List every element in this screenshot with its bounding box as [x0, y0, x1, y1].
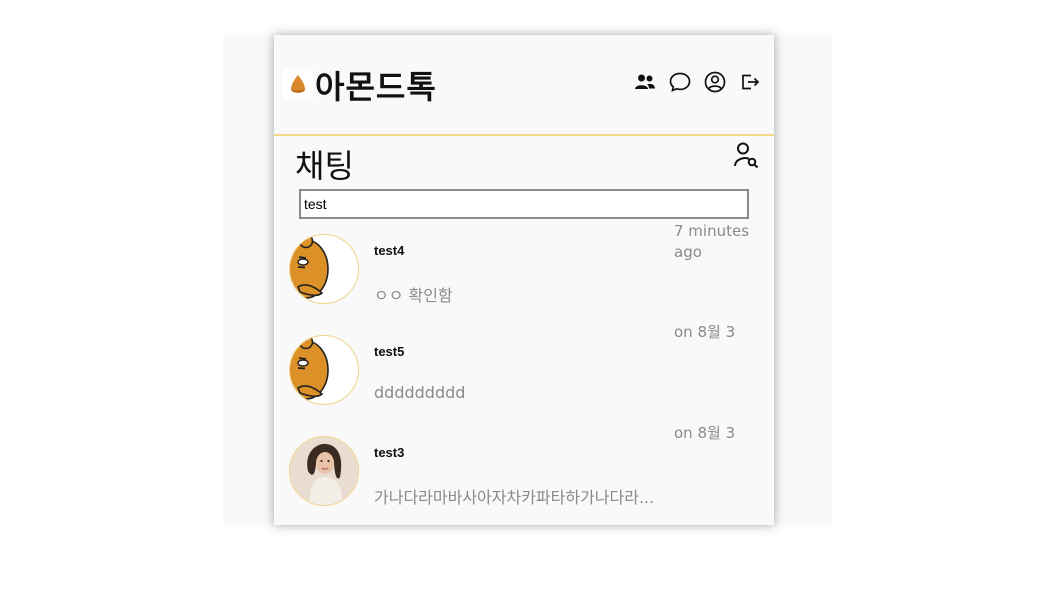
almond-icon[interactable] [283, 69, 313, 99]
person-avatar [289, 436, 359, 506]
search-input[interactable] [299, 189, 749, 219]
profile-icon[interactable] [703, 70, 727, 94]
chat-name: test3 [374, 445, 405, 460]
chat-last-message: 가나다라마바사아자차카파타하가나다라... [374, 488, 655, 507]
chat-list-item[interactable]: test5 on 8월 3 ddddddddd [274, 323, 774, 432]
chat-list-item[interactable]: test4 7 minutes ago ㅇㅇ 확인함 [274, 222, 774, 331]
logout-icon[interactable] [738, 70, 762, 94]
friends-icon[interactable] [633, 70, 657, 94]
chat-bubble-icon[interactable] [668, 70, 692, 94]
chat-time: on 8월 3 [674, 424, 736, 442]
app-title: 아몬드톡 [315, 68, 437, 106]
chat-list: test4 7 minutes ago ㅇㅇ 확인함 test5 on 8월 3… [274, 222, 774, 525]
app-header: 아몬드톡 [274, 35, 774, 136]
chat-name: test5 [374, 344, 405, 359]
page-title: 채팅 [295, 147, 354, 185]
chat-name: test4 [374, 243, 405, 258]
chat-time: on 8월 3 [674, 323, 736, 341]
bear-avatar [289, 234, 359, 304]
app-window: 아몬드톡 채팅 test test4 7 minutes ago ㅇㅇ 확인함 … [274, 35, 774, 525]
chat-list-item[interactable]: test3 on 8월 3 가나다라마바사아자차카파타하가나다라... [274, 424, 774, 525]
bear-avatar [289, 335, 359, 405]
user-search-icon[interactable] [733, 141, 759, 169]
chat-time: 7 minutes ago [674, 222, 750, 261]
chat-last-message: ddddddddd [374, 383, 466, 402]
chat-last-message: ㅇㅇ 확인함 [374, 286, 453, 305]
